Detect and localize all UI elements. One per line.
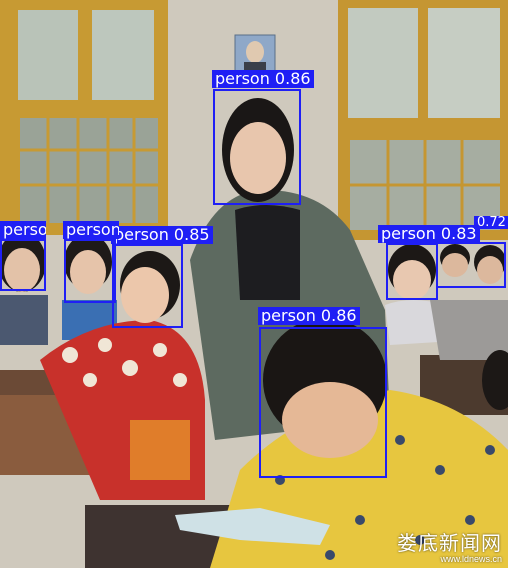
detection-label-girl-second-left: person [63,221,119,239]
detection-box-teacher [213,89,301,205]
detection-label-girl-glasses-right: person 0.83 [378,225,480,243]
detection-label-boy-far-right: 0.72 [474,216,508,229]
detection-box-girl-glasses-right [386,243,438,300]
detection-box-girl-second-left [64,239,116,303]
watermark: 娄底新闻网 www.ldnews.cn [397,527,502,564]
detection-box-girl-glasses-left [112,244,183,328]
detection-label-front-girl: person 0.86 [258,307,360,325]
detection-label-girl-glasses-left: person 0.85 [111,226,213,244]
detection-box-girl-far-left [0,239,46,291]
detection-box-front-girl [259,327,387,478]
detection-box-boy-far-right [436,242,506,288]
detection-label-girl-far-left: person [0,221,46,239]
watermark-name: 娄底新闻网 [397,531,502,555]
classroom-photo: person 0.86 person 0.86 person 0.85 pers… [0,0,508,568]
detection-label-teacher: person 0.86 [212,70,314,88]
